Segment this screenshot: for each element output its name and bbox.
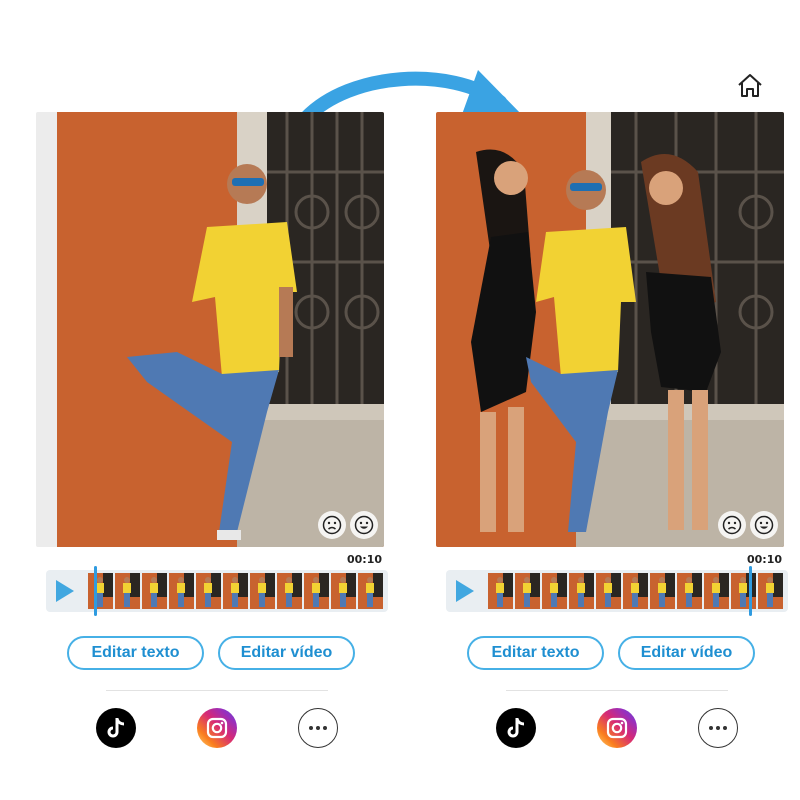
edit-video-button[interactable]: Editar vídeo (218, 636, 355, 670)
more-options-icon[interactable] (698, 708, 738, 748)
timeline-thumbnail (358, 573, 383, 609)
video-preview[interactable] (36, 112, 384, 547)
timeline-thumbnail (758, 573, 783, 609)
timeline-thumbnail (569, 573, 594, 609)
divider (106, 690, 328, 691)
happy-face-icon[interactable] (350, 511, 378, 539)
timeline-thumbnail (223, 573, 248, 609)
video-duration: 00:10 (346, 553, 382, 566)
timeline-thumbnail (704, 573, 729, 609)
edit-text-button[interactable]: Editar texto (67, 636, 204, 670)
timeline-thumbnail (623, 573, 648, 609)
timeline-thumbnail (488, 573, 513, 609)
video-duration: 00:10 (746, 553, 782, 566)
timeline-thumbnail (88, 573, 113, 609)
timeline-thumbnail (196, 573, 221, 609)
tiktok-icon[interactable] (96, 708, 136, 748)
timeline-thumbnail (515, 573, 540, 609)
happy-face-icon[interactable] (750, 511, 778, 539)
video-frame-image (436, 112, 784, 547)
instagram-icon[interactable] (197, 708, 237, 748)
timeline-playhead[interactable] (93, 566, 97, 616)
video-timeline[interactable] (446, 566, 788, 616)
timeline-thumbnail (250, 573, 275, 609)
timeline-playhead[interactable] (749, 566, 752, 616)
video-preview[interactable] (436, 112, 784, 547)
divider (506, 690, 728, 691)
edit-text-button[interactable]: Editar texto (467, 636, 604, 670)
timeline-thumbnail (596, 573, 621, 609)
tiktok-icon[interactable] (496, 708, 536, 748)
after-panel: 00:10 Editar texto Editar vídeo (400, 0, 800, 800)
play-icon[interactable] (456, 580, 474, 602)
timeline-thumbnail (115, 573, 140, 609)
timeline-thumbnail (677, 573, 702, 609)
video-frame-image (57, 112, 384, 547)
timeline-frames (88, 573, 384, 609)
play-icon[interactable] (56, 580, 74, 602)
timeline-thumbnail (542, 573, 567, 609)
timeline-thumbnail (650, 573, 675, 609)
timeline-thumbnail (331, 573, 356, 609)
timeline-frames (488, 573, 784, 609)
sad-face-icon[interactable] (318, 511, 346, 539)
timeline-thumbnail (169, 573, 194, 609)
video-timeline[interactable] (46, 566, 388, 616)
instagram-icon[interactable] (597, 708, 637, 748)
timeline-thumbnail (304, 573, 329, 609)
timeline-thumbnail (277, 573, 302, 609)
timeline-thumbnail (142, 573, 167, 609)
timeline-thumbnail (731, 573, 756, 609)
before-panel: 00:10 Editar texto Editar vídeo (0, 0, 400, 800)
edit-video-button[interactable]: Editar vídeo (618, 636, 755, 670)
sad-face-icon[interactable] (718, 511, 746, 539)
more-options-icon[interactable] (298, 708, 338, 748)
